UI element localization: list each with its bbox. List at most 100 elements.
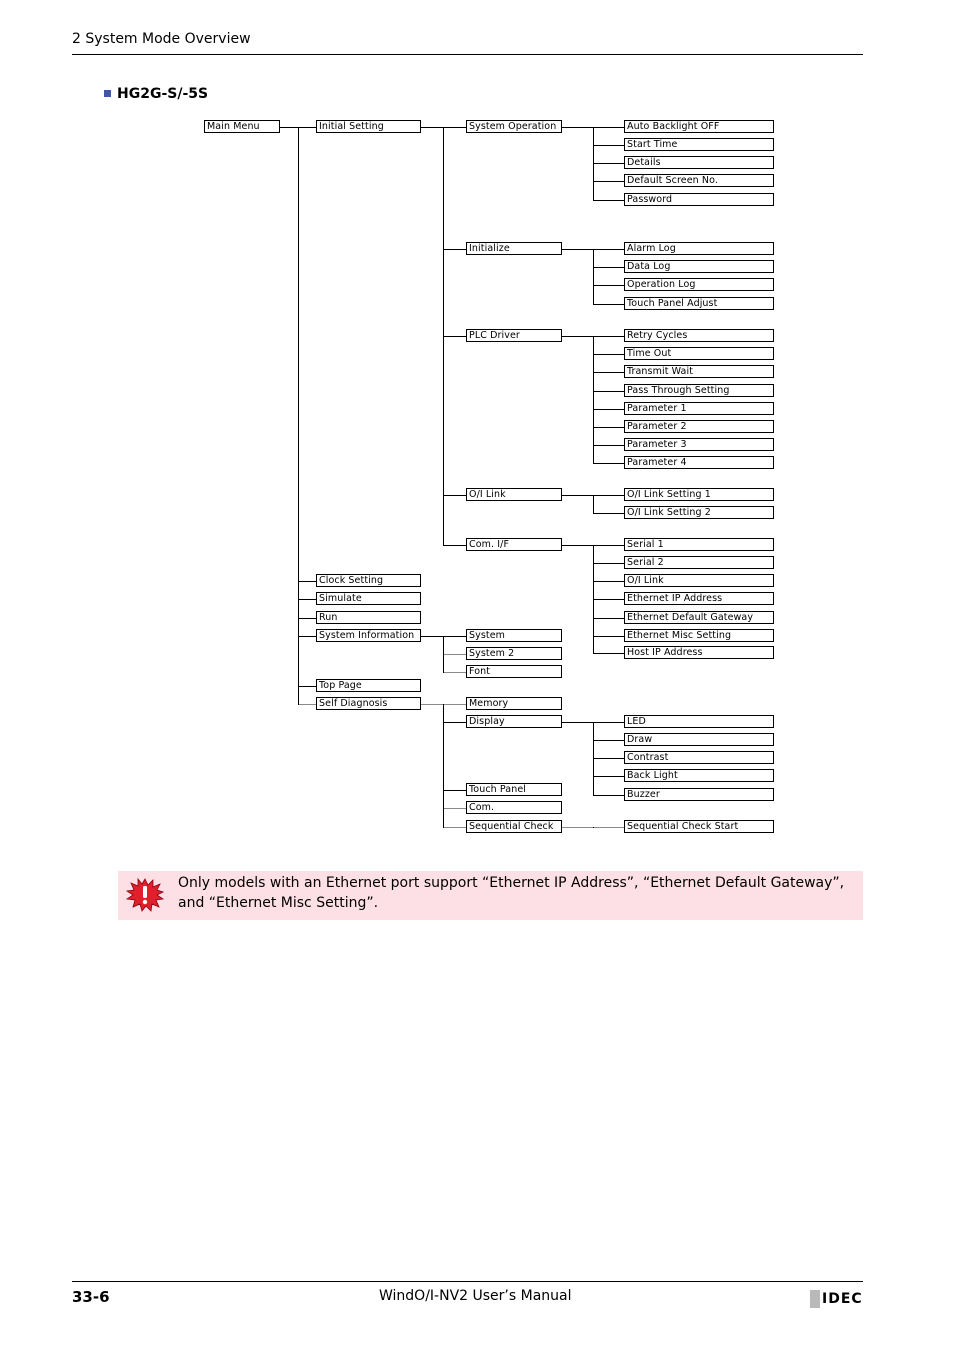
connector-line [593, 354, 624, 355]
menu-node-pass-through-setting: Pass Through Setting [624, 384, 774, 397]
menu-node-retry-cycles: Retry Cycles [624, 329, 774, 342]
menu-node-touch-panel: Touch Panel [466, 783, 562, 796]
connector-line [593, 249, 594, 305]
menu-node-parameter-2: Parameter 2 [624, 420, 774, 433]
menu-node-ethernet-ip-address: Ethernet IP Address [624, 592, 774, 605]
menu-node-simulate: Simulate [316, 592, 421, 605]
connector-line [593, 391, 624, 392]
menu-node-com-i-f: Com. I/F [466, 538, 562, 551]
menu-node-time-out: Time Out [624, 347, 774, 360]
connector-line [443, 336, 466, 337]
menu-node-initialize: Initialize [466, 242, 562, 255]
connector-line [593, 127, 624, 128]
menu-node-clock-setting: Clock Setting [316, 574, 421, 587]
connector-line [421, 636, 443, 637]
menu-node-data-log: Data Log [624, 260, 774, 273]
menu-node-self-diagnosis: Self Diagnosis [316, 697, 421, 710]
menu-node-back-light: Back Light [624, 769, 774, 782]
menu-node-contrast: Contrast [624, 751, 774, 764]
menu-node-parameter-4: Parameter 4 [624, 456, 774, 469]
connector-line [593, 776, 624, 777]
connector-line [298, 686, 316, 687]
logo-bar-icon [810, 1290, 820, 1308]
page-number: 33-6 [72, 1288, 110, 1306]
connector-line [443, 127, 444, 546]
menu-node-default-screen-no: Default Screen No. [624, 174, 774, 187]
menu-node-com: Com. [466, 801, 562, 814]
menu-node-auto-backlight-off: Auto Backlight OFF [624, 120, 774, 133]
menu-node-parameter-1: Parameter 1 [624, 402, 774, 415]
connector-line [593, 599, 624, 600]
connector-line [562, 545, 593, 546]
logo-text: IDEC [822, 1291, 863, 1307]
connector-line [593, 336, 624, 337]
connector-line [593, 563, 624, 564]
menu-node-system-information: System Information [316, 629, 421, 642]
connector-line [298, 599, 316, 600]
connector-line [298, 636, 316, 637]
connector-line [298, 581, 316, 582]
connector-line [593, 249, 624, 250]
connector-line [593, 304, 624, 305]
menu-node-draw: Draw [624, 733, 774, 746]
connector-line [443, 495, 466, 496]
connector-line [421, 127, 443, 128]
connector-line [562, 336, 593, 337]
menu-node-system-2: System 2 [466, 647, 562, 660]
connector-line [443, 704, 466, 705]
warning-burst-icon [126, 878, 164, 912]
menu-node-parameter-3: Parameter 3 [624, 438, 774, 451]
connector-line [443, 672, 466, 673]
connector-line [593, 427, 624, 428]
connector-line [298, 618, 316, 619]
connector-line [593, 513, 624, 514]
connector-line [593, 722, 624, 723]
note-box: Only models with an Ethernet port suppor… [118, 871, 863, 920]
connector-line [443, 722, 466, 723]
menu-node-touch-panel-adjust: Touch Panel Adjust [624, 297, 774, 310]
menu-node-o-i-link-setting-2: O/I Link Setting 2 [624, 506, 774, 519]
menu-node-serial-1: Serial 1 [624, 538, 774, 551]
connector-line [443, 636, 444, 673]
connector-line [298, 127, 316, 128]
menu-node-plc-driver: PLC Driver [466, 329, 562, 342]
connector-line [593, 267, 624, 268]
menu-node-operation-log: Operation Log [624, 278, 774, 291]
connector-line [593, 163, 624, 164]
connector-line [593, 285, 624, 286]
connector-line [593, 409, 624, 410]
connector-line [593, 653, 624, 654]
menu-node-initial-setting: Initial Setting [316, 120, 421, 133]
connector-line [593, 463, 624, 464]
connector-line [593, 827, 594, 828]
menu-node-start-time: Start Time [624, 138, 774, 151]
connector-line [443, 808, 466, 809]
connector-line [298, 127, 299, 705]
menu-node-transmit-wait: Transmit Wait [624, 365, 774, 378]
menu-node-password: Password [624, 193, 774, 206]
connector-line [443, 827, 466, 828]
connector-line [280, 127, 298, 128]
menu-node-system-operation: System Operation [466, 120, 562, 133]
menu-node-system: System [466, 629, 562, 642]
connector-line [443, 704, 444, 828]
connector-line [593, 581, 624, 582]
menu-node-memory: Memory [466, 697, 562, 710]
menu-node-ethernet-misc-setting: Ethernet Misc Setting [624, 629, 774, 642]
menu-node-o-i-link-setting-1: O/I Link Setting 1 [624, 488, 774, 501]
menu-tree-diagram: Main Menu Initial Setting System Operation… [0, 0, 954, 850]
menu-node-o-i-link: O/I Link [624, 574, 774, 587]
note-text: Only models with an Ethernet port suppor… [178, 875, 845, 911]
menu-node-sequential-check: Sequential Check [466, 820, 562, 833]
connector-line [593, 740, 624, 741]
menu-node-serial-2: Serial 2 [624, 556, 774, 569]
menu-node-top-page: Top Page [316, 679, 421, 692]
menu-node-sequential-check-start: Sequential Check Start [624, 820, 774, 833]
connector-line [443, 249, 466, 250]
connector-line [593, 495, 594, 514]
menu-node-led: LED [624, 715, 774, 728]
idec-logo: IDEC [810, 1290, 863, 1308]
connector-line [443, 127, 466, 128]
menu-node-font: Font [466, 665, 562, 678]
connector-line [593, 495, 624, 496]
